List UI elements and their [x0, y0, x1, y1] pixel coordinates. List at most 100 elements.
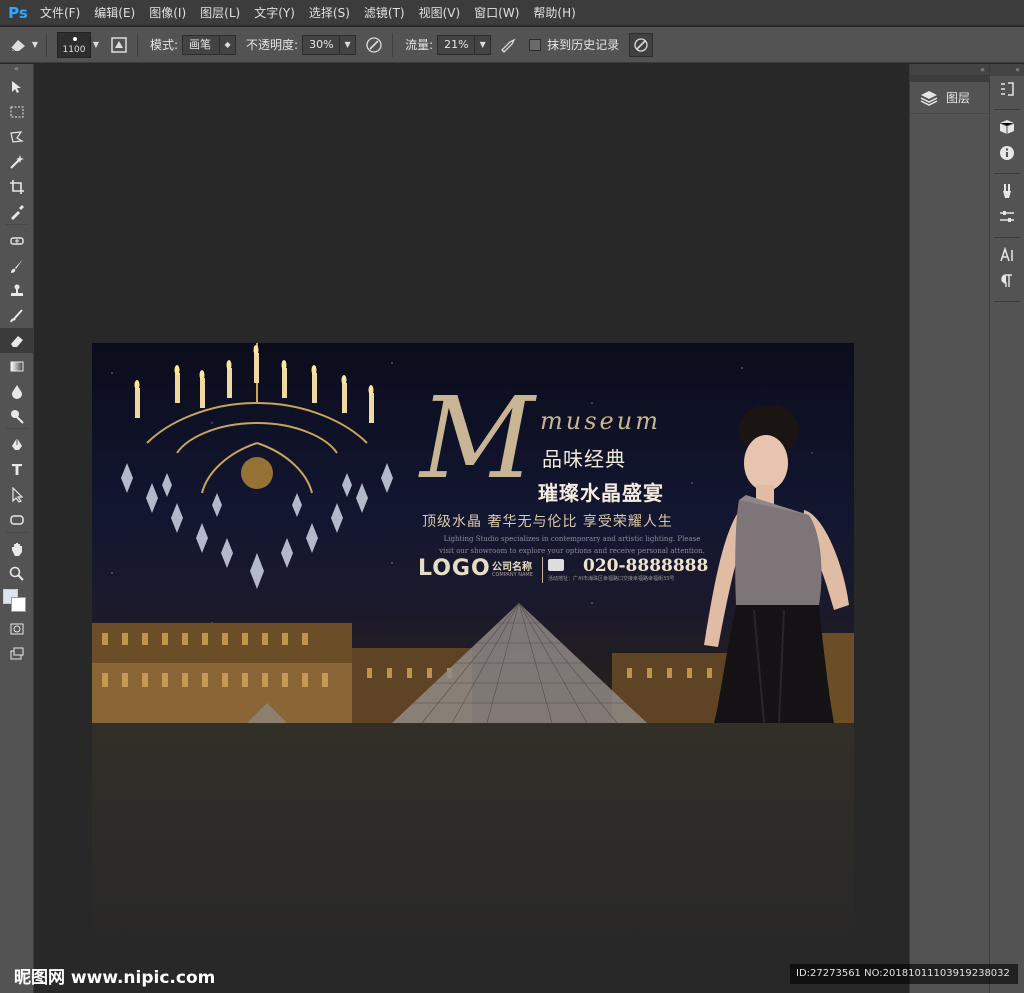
menu-filter[interactable]: 滤镜(T)	[357, 0, 412, 26]
brush-size-preview[interactable]: 1100	[57, 31, 91, 58]
menu-select[interactable]: 选择(S)	[302, 0, 357, 26]
layers-icon	[920, 90, 938, 106]
layers-tab-label: 图层	[946, 91, 971, 105]
quick-mask-icon[interactable]	[0, 616, 34, 641]
company-name-en: COMPANY NAME	[492, 572, 533, 578]
path-selection-tool-icon[interactable]	[0, 482, 34, 507]
watermark-left: 昵图网 www.nipic.com	[14, 968, 216, 988]
options-bar: ▼ 1100 ▼ 模式: 画笔 ◆ 不透明度: 30% ▼ 流量: 21% ▼ …	[0, 27, 1024, 63]
collapse-arrows-icon[interactable]: «	[0, 64, 33, 74]
chevron-down-icon[interactable]: ▼	[30, 33, 40, 57]
photoshop-logo: Ps	[8, 3, 28, 22]
magic-wand-tool-icon[interactable]	[0, 149, 34, 174]
english-description: Lighting Studio specializes in contempor…	[422, 533, 722, 557]
healing-brush-tool-icon[interactable]	[0, 228, 34, 253]
headline-letter-m: M	[420, 374, 535, 504]
pressure-size-icon[interactable]	[629, 32, 654, 57]
hand-tool-icon[interactable]	[0, 536, 34, 561]
divider	[542, 557, 543, 583]
menu-window[interactable]: 窗口(W)	[467, 0, 526, 26]
menu-view[interactable]: 视图(V)	[412, 0, 468, 26]
panel-icon-dock: «	[989, 64, 1024, 993]
color-swatches[interactable]	[0, 586, 33, 616]
gradient-tool-icon[interactable]	[0, 353, 34, 378]
eraser-tool-preset-icon[interactable]	[6, 33, 30, 57]
address-text: 活动地址：广州市海珠区幸福路口交接幸福路幸福街33号	[548, 576, 675, 582]
pen-tool-icon[interactable]	[0, 432, 34, 457]
mode-label: 模式:	[150, 38, 179, 52]
zoom-tool-icon[interactable]	[0, 561, 34, 586]
eraser-tool-icon[interactable]	[0, 328, 34, 353]
3d-panel-icon[interactable]	[990, 114, 1024, 140]
chevron-down-icon[interactable]: ▼	[91, 33, 101, 57]
flow-input[interactable]: 21% ▼	[437, 34, 492, 55]
phone-number: 020-8888888	[583, 556, 709, 576]
stepper-icon: ◆	[219, 35, 235, 54]
character-panel-icon[interactable]	[990, 242, 1024, 268]
pressure-opacity-icon[interactable]	[362, 33, 386, 57]
blur-tool-icon[interactable]	[0, 378, 34, 403]
telephone-icon	[548, 559, 564, 571]
collapse-arrows-icon[interactable]: «	[910, 64, 989, 76]
dodge-tool-icon[interactable]	[0, 403, 34, 428]
document-canvas[interactable]: M museum 品味经典 璀璨水晶盛宴 顶级水晶 奢华无与伦比 享受荣耀人生 …	[92, 343, 854, 723]
brush-tool-icon[interactable]	[0, 253, 34, 278]
background-color-swatch[interactable]	[11, 597, 26, 612]
headline-title-1: 品味经典	[542, 447, 626, 471]
english-line-1: Lighting Studio specializes in contempor…	[443, 535, 701, 543]
flow-value: 21%	[444, 37, 469, 51]
company-name: 公司名称	[492, 562, 532, 573]
menu-image[interactable]: 图像(I)	[142, 0, 193, 26]
menu-type[interactable]: 文字(Y)	[247, 0, 302, 26]
lasso-tool-icon[interactable]	[0, 124, 34, 149]
separator	[994, 166, 1020, 174]
headline-museum: museum	[540, 407, 661, 435]
adjustments-icon[interactable]	[990, 204, 1024, 230]
separator	[994, 294, 1020, 302]
brush-panel-icon[interactable]	[107, 33, 131, 57]
separator	[994, 230, 1020, 238]
opacity-value: 30%	[309, 37, 334, 51]
watermark-right: ID:27273561 NO:20181011103919238032	[790, 964, 1018, 984]
mode-select[interactable]: 画笔 ◆	[182, 34, 237, 55]
eyedropper-tool-icon[interactable]	[0, 199, 34, 224]
canvas-area[interactable]: M museum 品味经典 璀璨水晶盛宴 顶级水晶 奢华无与伦比 享受荣耀人生 …	[35, 64, 909, 993]
separator	[137, 32, 138, 57]
collapse-arrows-icon[interactable]: «	[990, 64, 1024, 76]
chevron-down-icon[interactable]: ▼	[339, 35, 355, 54]
tools-panel: « T	[0, 64, 34, 993]
separator	[994, 102, 1020, 110]
move-tool-icon[interactable]	[0, 74, 34, 99]
document-reflection	[92, 723, 854, 953]
ad-logo-text: LOGO	[418, 556, 491, 581]
clone-stamp-tool-icon[interactable]	[0, 278, 34, 303]
rectangle-tool-icon[interactable]	[0, 507, 34, 532]
history-brush-tool-icon[interactable]	[0, 303, 34, 328]
menu-edit[interactable]: 编辑(E)	[87, 0, 142, 26]
brush-presets-icon[interactable]	[990, 178, 1024, 204]
layers-panel-tab[interactable]: 图层	[910, 82, 989, 114]
menu-bar: Ps 文件(F) 编辑(E) 图像(I) 图层(L) 文字(Y) 选择(S) 滤…	[0, 0, 1024, 26]
info-icon[interactable]	[990, 140, 1024, 166]
headline-title-2: 璀璨水晶盛宴	[538, 481, 664, 505]
flow-label: 流量:	[405, 38, 434, 52]
airbrush-icon[interactable]	[497, 33, 521, 57]
paragraph-panel-icon[interactable]	[990, 268, 1024, 294]
type-tool-icon[interactable]: T	[0, 457, 34, 482]
crop-tool-icon[interactable]	[0, 174, 34, 199]
separator	[46, 32, 47, 57]
screen-mode-icon[interactable]	[0, 641, 34, 666]
menu-file[interactable]: 文件(F)	[33, 0, 87, 26]
chevron-down-icon[interactable]: ▼	[474, 35, 490, 54]
menu-layer[interactable]: 图层(L)	[193, 0, 247, 26]
erase-to-history-checkbox[interactable]	[529, 38, 542, 51]
opacity-input[interactable]: 30% ▼	[302, 34, 357, 55]
marquee-tool-icon[interactable]	[0, 99, 34, 124]
separator	[392, 32, 394, 57]
menu-help[interactable]: 帮助(H)	[526, 0, 582, 26]
erase-to-history-label: 抹到历史记录	[547, 38, 620, 52]
woman-model-image	[704, 405, 849, 723]
slogan-text: 顶级水晶 奢华无与伦比 享受荣耀人生	[422, 514, 673, 530]
collapsed-panel-dock: « 图层	[909, 64, 989, 993]
history-panel-icon[interactable]	[990, 76, 1024, 102]
